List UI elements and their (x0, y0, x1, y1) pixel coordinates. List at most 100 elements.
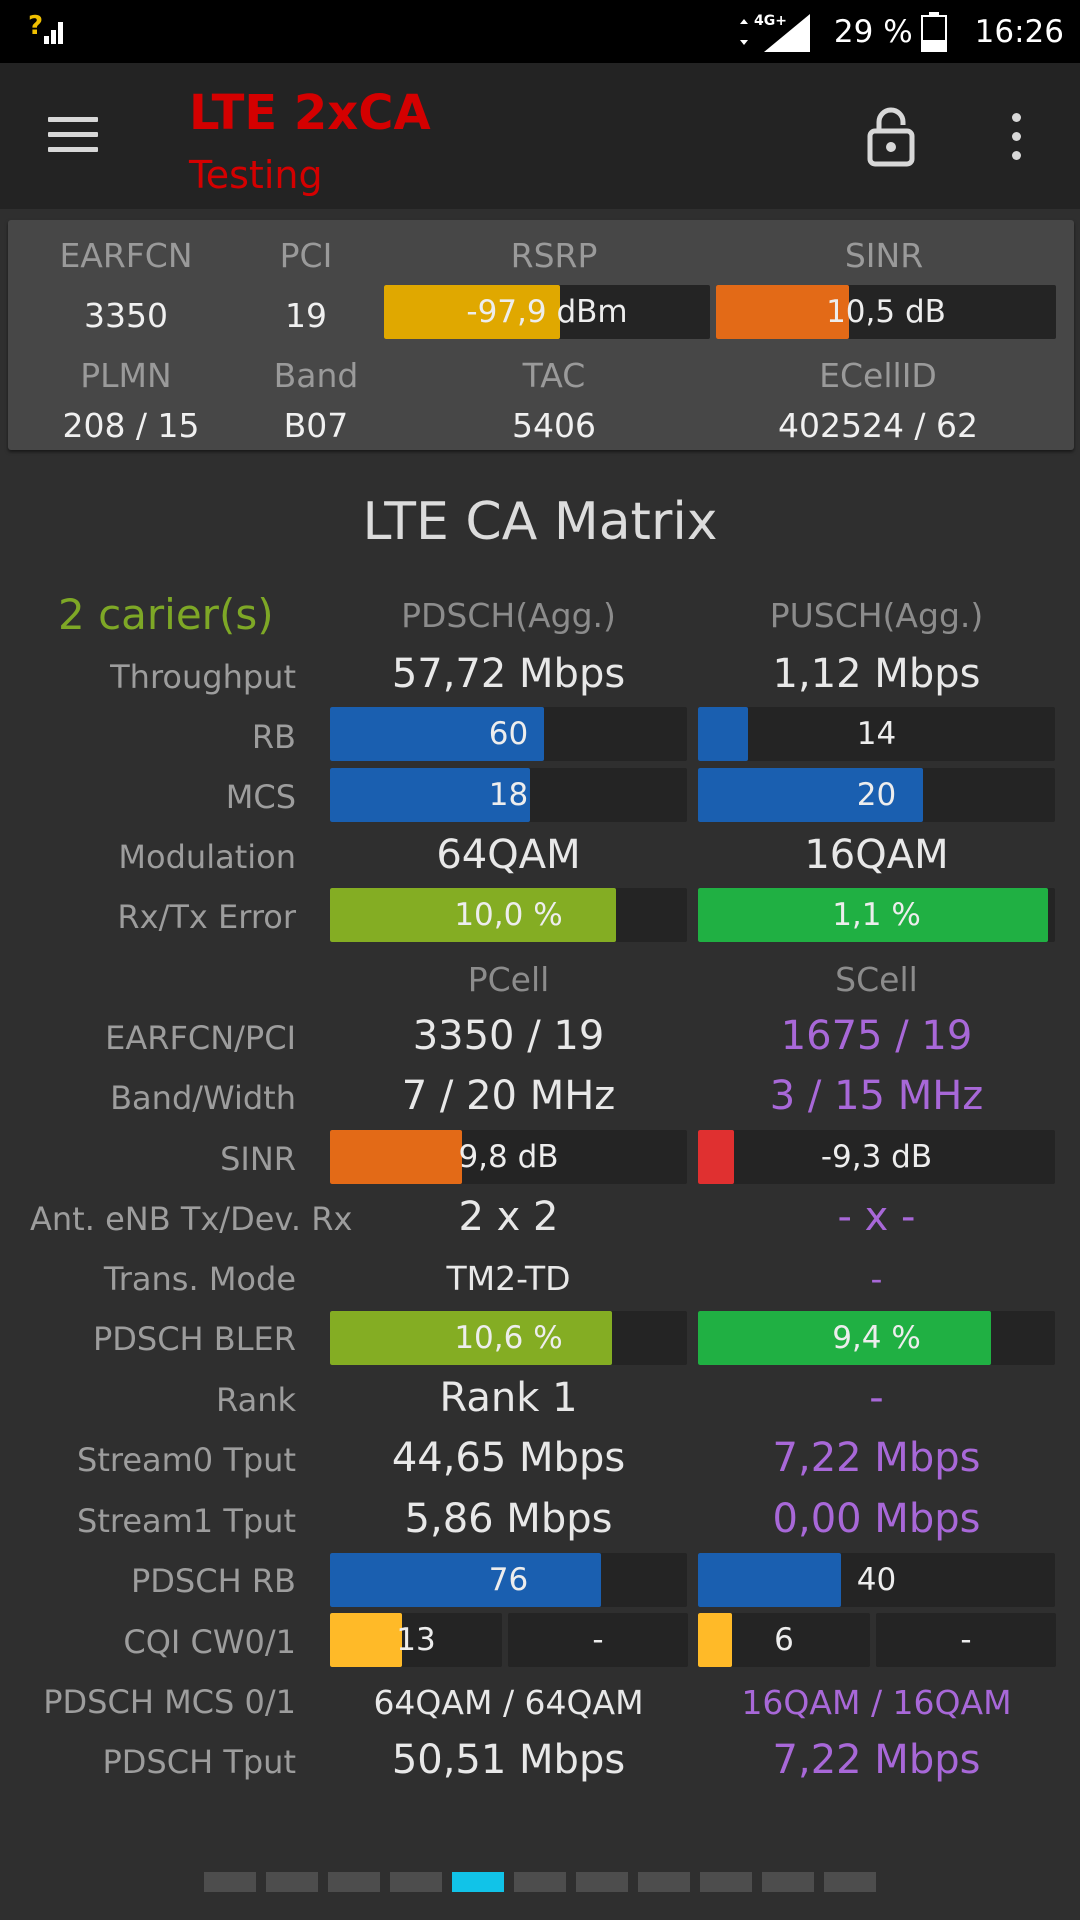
scell-rank: - (869, 1375, 884, 1421)
tac-label: TAC (522, 356, 586, 395)
scell-cqi0-bar: 6 (698, 1613, 870, 1667)
stream0-label: Stream0 Tput (77, 1441, 296, 1479)
scell-bler-value: 9,4 % (832, 1320, 921, 1356)
dl-rb-bar: 60 (330, 707, 687, 761)
pci-value: 19 (285, 296, 327, 335)
page-dot[interactable] (390, 1872, 442, 1892)
earfcn-label: EARFCN (59, 236, 193, 275)
pcell-antennas: 2 x 2 (458, 1194, 559, 1240)
dl-mcs-value: 18 (488, 777, 529, 813)
tac-value: 5406 (512, 406, 596, 445)
plmn-value: 208 / 15 (62, 406, 200, 445)
matrix-title: LTE CA Matrix (362, 492, 718, 552)
page-dot[interactable] (824, 1872, 876, 1892)
scell-pdsch-tput: 7,22 Mbps (772, 1737, 981, 1783)
pcell-earfcn-pci: 3350 / 19 (412, 1013, 605, 1059)
more-options-icon[interactable] (1000, 113, 1032, 163)
battery-icon (920, 11, 947, 52)
page-dot[interactable] (700, 1872, 752, 1892)
pcell-pdsch-mcs: 64QAM / 64QAM (373, 1683, 644, 1722)
scell-band-width: 3 / 15 MHz (769, 1073, 984, 1119)
pdsch-tput-label: PDSCH Tput (102, 1743, 296, 1781)
cell-sinr-label: SINR (220, 1140, 296, 1178)
rsrp-value: -97,9 dBm (466, 294, 628, 330)
scell-stream1: 0,00 Mbps (772, 1496, 981, 1542)
scell-cqi0-value: 6 (774, 1622, 794, 1658)
ul-modulation: 16QAM (804, 832, 949, 878)
scell-pdsch-rb-bar: 40 (698, 1553, 1055, 1607)
page-indicator[interactable] (0, 1872, 1080, 1892)
page-dot[interactable] (452, 1872, 504, 1892)
page-dot[interactable] (204, 1872, 256, 1892)
clock: 16:26 (974, 13, 1064, 50)
scell-trans-mode: - (870, 1259, 883, 1298)
pcell-cqi0-bar: 13 (330, 1613, 502, 1667)
page-dot[interactable] (576, 1872, 628, 1892)
scell-pdsch-rb-value: 40 (856, 1562, 897, 1598)
sinr-label: SINR (844, 236, 924, 275)
scell-sinr-value: -9,3 dB (820, 1139, 933, 1175)
page-dot[interactable] (328, 1872, 380, 1892)
scell-sinr-bar: -9,3 dB (698, 1130, 1055, 1184)
pcell-rank: Rank 1 (439, 1375, 578, 1421)
scell-pdsch-mcs: 16QAM / 16QAM (741, 1683, 1012, 1722)
menu-icon[interactable] (48, 117, 98, 155)
band-width-label: Band/Width (110, 1079, 296, 1117)
pcell-cqi1-value: - (592, 1622, 604, 1658)
throughput-label: Throughput (110, 658, 296, 696)
dl-modulation: 64QAM (436, 832, 581, 878)
scell-header: SCell (835, 960, 918, 999)
pusch-header: PUSCH(Agg.) (769, 596, 984, 635)
ul-mcs-bar: 20 (698, 768, 1055, 822)
pcell-header: PCell (467, 960, 550, 999)
ecellid-value: 402524 / 62 (777, 406, 979, 445)
app-subtitle: Testing (189, 153, 323, 197)
rsrp-label: RSRP (510, 236, 598, 275)
ul-error-value: 1,1 % (832, 897, 921, 933)
scell-stream0: 7,22 Mbps (772, 1435, 981, 1481)
scell-cqi1-bar: - (876, 1613, 1056, 1667)
sinr-bar: 10,5 dB (716, 285, 1056, 339)
dl-error-bar: 10,0 % (330, 888, 687, 942)
carrier-count: 2 carier(s) (58, 590, 274, 639)
pcell-pdsch-rb-bar: 76 (330, 1553, 687, 1607)
rsrp-bar: -97,9 dBm (384, 285, 710, 339)
app-bar: LTE 2xCA Testing (0, 63, 1080, 209)
plmn-label: PLMN (80, 356, 172, 395)
ecellid-label: ECellID (819, 356, 937, 395)
pcell-bler-value: 10,6 % (454, 1320, 563, 1356)
rank-label: Rank (216, 1381, 296, 1419)
earfcn-value: 3350 (84, 296, 168, 335)
page-dot[interactable] (514, 1872, 566, 1892)
scell-antennas: - x - (837, 1194, 916, 1240)
pcell-cqi1-bar: - (508, 1613, 688, 1667)
scell-earfcn-pci: 1675 / 19 (780, 1013, 973, 1059)
stream1-label: Stream1 Tput (77, 1502, 296, 1540)
pcell-pdsch-rb-value: 76 (488, 1562, 529, 1598)
pcell-pdsch-tput: 50,51 Mbps (391, 1737, 626, 1783)
page-dot[interactable] (266, 1872, 318, 1892)
band-label: Band (273, 356, 359, 395)
svg-text:?: ? (28, 11, 43, 41)
modulation-label: Modulation (118, 838, 296, 876)
pci-label: PCI (279, 236, 333, 275)
status-bar: ? 4G+ 29 % 16:26 (0, 0, 1080, 63)
pdsch-mcs-label: PDSCH MCS 0/1 (43, 1683, 296, 1721)
scell-bler-bar: 9,4 % (698, 1311, 1055, 1365)
dl-mcs-bar: 18 (330, 768, 687, 822)
dl-rb-value: 60 (488, 716, 529, 752)
pcell-sinr-bar: 9,8 dB (330, 1130, 687, 1184)
page-dot[interactable] (638, 1872, 690, 1892)
page-dot[interactable] (762, 1872, 814, 1892)
pcell-stream1: 5,86 Mbps (404, 1496, 613, 1542)
earfcn-pci-label: EARFCN/PCI (105, 1019, 296, 1057)
rxtx-error-label: Rx/Tx Error (117, 898, 296, 936)
serving-cell-summary: EARFCN PCI RSRP SINR 3350 19 -97,9 dBm 1… (8, 220, 1074, 450)
cqi-label: CQI CW0/1 (123, 1623, 296, 1661)
pdsch-bler-label: PDSCH BLER (92, 1320, 296, 1358)
ul-error-bar: 1,1 % (698, 888, 1055, 942)
ul-rb-bar: 14 (698, 707, 1055, 761)
pcell-bler-bar: 10,6 % (330, 1311, 687, 1365)
lock-open-icon[interactable] (866, 107, 916, 167)
signal-question-icon: ? (28, 11, 63, 44)
